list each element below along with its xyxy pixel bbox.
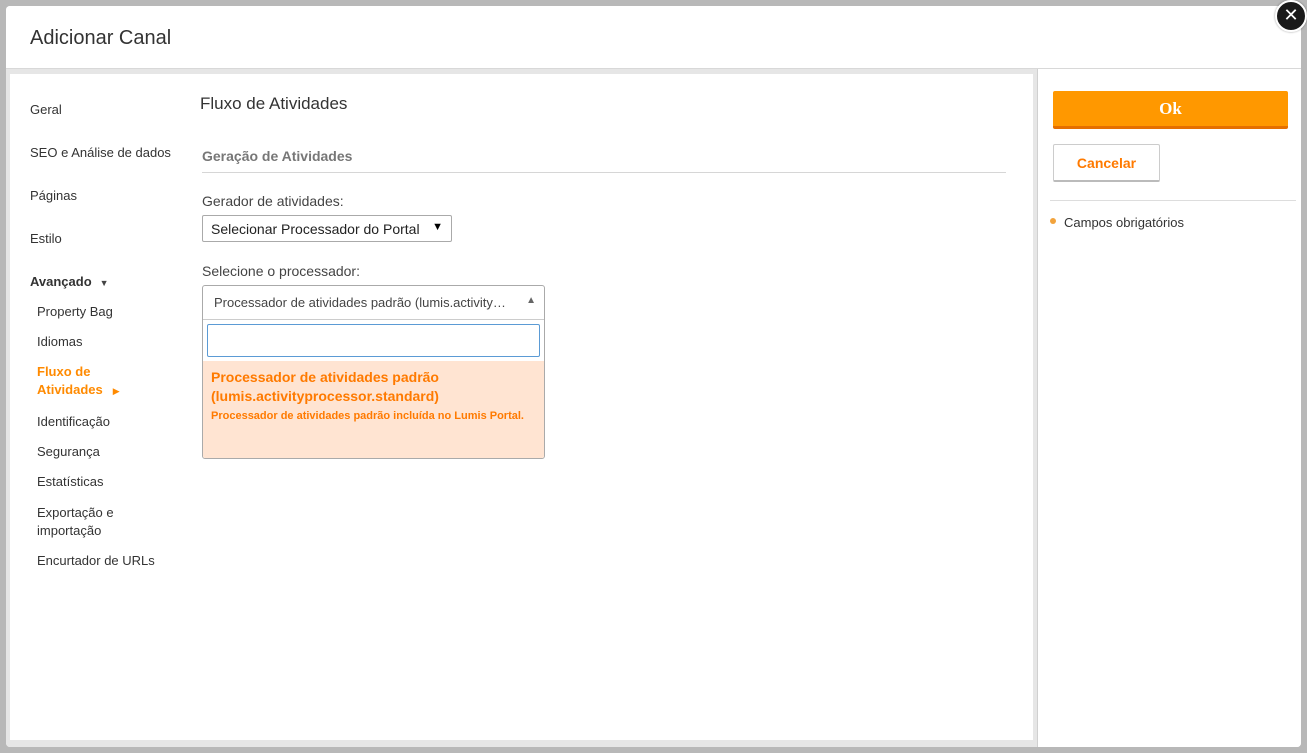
actions-panel: Ok Cancelar Campos obrigatórios	[1037, 69, 1301, 747]
cancel-button[interactable]: Cancelar	[1053, 144, 1160, 182]
processor-option[interactable]: Processador de atividades padrão (lumis.…	[203, 361, 544, 458]
nav-group-avancado[interactable]: Avançado ▼	[30, 274, 109, 289]
divider	[1050, 200, 1296, 201]
triangle-up-icon: ▲	[526, 295, 536, 306]
nav-group-label: Avançado	[30, 274, 92, 289]
nav-item-exportacao[interactable]: Exportação e importação	[37, 504, 137, 540]
nav-item-property-bag[interactable]: Property Bag	[37, 303, 167, 321]
nav-item-seguranca[interactable]: Segurança	[37, 443, 167, 461]
arrow-right-icon: ▶	[112, 386, 120, 396]
processor-label: Selecione o processador:	[202, 263, 360, 279]
section-title: Fluxo de Atividades	[200, 94, 348, 113]
processor-option-description: Processador de atividades padrão incluíd…	[211, 410, 524, 422]
processor-combobox-toggle[interactable]: Processador de atividades padrão (lumis.…	[203, 286, 544, 320]
required-fields-legend: Campos obrigatórios	[1050, 215, 1184, 230]
generator-select[interactable]: Selecionar Processador do Portal ▼	[202, 215, 452, 242]
nav-item-encurtador[interactable]: Encurtador de URLs	[37, 552, 167, 570]
nav-item-active-label: Fluxo de Atividades	[37, 364, 103, 397]
generator-label: Gerador de atividades:	[202, 193, 344, 209]
nav-item-seo[interactable]: SEO e Análise de dados	[30, 145, 171, 160]
subsection-title: Geração de Atividades	[202, 148, 1006, 173]
nav-item-identificacao[interactable]: Identificação	[37, 413, 167, 431]
processor-option-title: Processador de atividades padrão (lumis.…	[211, 369, 439, 404]
processor-selected-value: Processador de atividades padrão (lumis.…	[214, 295, 506, 310]
dialog-header: Adicionar Canal	[6, 6, 1301, 69]
processor-search-input[interactable]	[207, 324, 540, 357]
nav-item-paginas[interactable]: Páginas	[30, 188, 77, 203]
caret-down-icon: ▼	[99, 278, 109, 288]
add-channel-dialog: Adicionar Canal Geral SEO e Análise de d…	[6, 6, 1301, 747]
processor-combobox: Processador de atividades padrão (lumis.…	[202, 285, 545, 459]
nav-item-estilo[interactable]: Estilo	[30, 231, 62, 246]
required-fields-label: Campos obrigatórios	[1064, 215, 1184, 230]
ok-button[interactable]: Ok	[1053, 91, 1288, 129]
nav-item-idiomas[interactable]: Idiomas	[37, 333, 167, 351]
nav-item-fluxo-de-atividades[interactable]: Fluxo de Atividades ▶	[37, 363, 137, 400]
close-icon[interactable]: ✕	[1275, 0, 1307, 32]
dialog-title: Adicionar Canal	[30, 27, 172, 49]
triangle-down-icon: ▼	[432, 221, 443, 233]
generator-select-value: Selecionar Processador do Portal	[211, 221, 420, 237]
nav-item-geral[interactable]: Geral	[30, 102, 62, 117]
nav-item-estatisticas[interactable]: Estatísticas	[37, 473, 167, 491]
main-panel: Geral SEO e Análise de dados Páginas Est…	[10, 74, 1033, 740]
dot-icon	[1050, 218, 1056, 224]
